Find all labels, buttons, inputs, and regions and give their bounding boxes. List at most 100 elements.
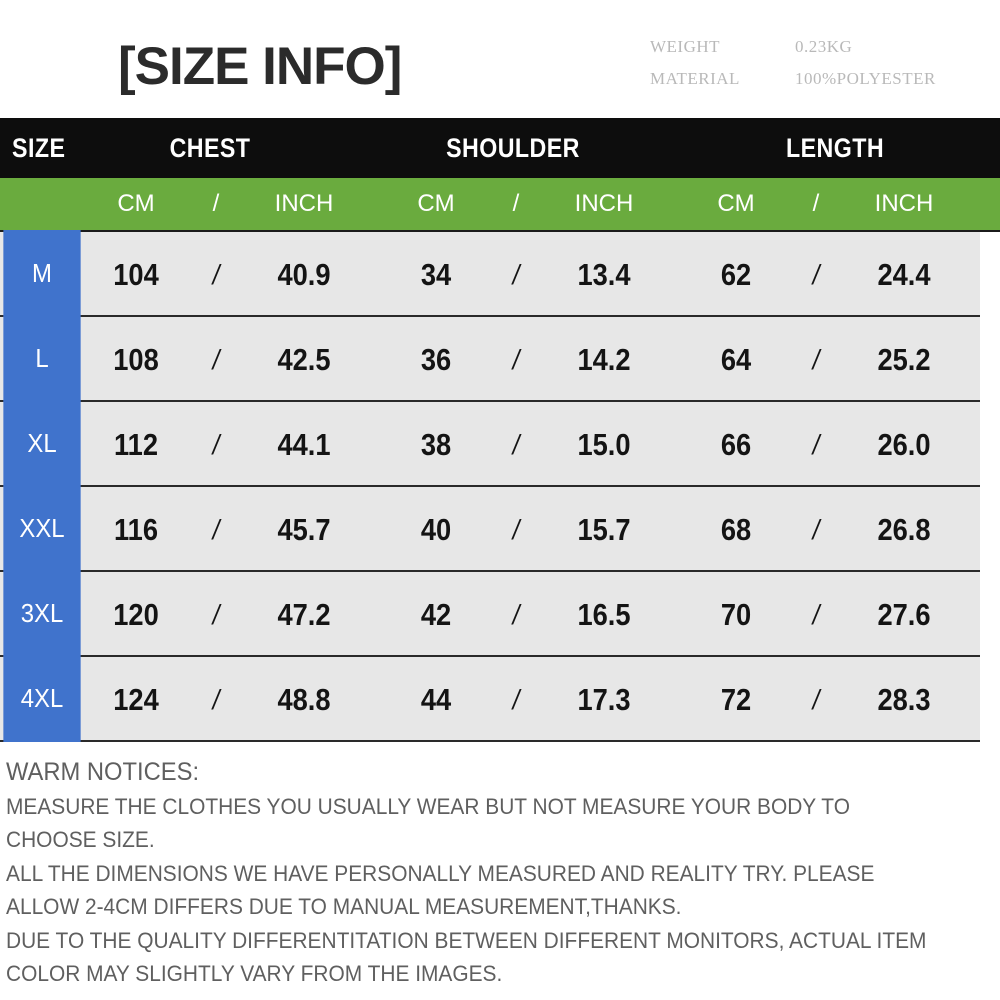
table-row: XXL 116 / 45.7 40 / 15.7 68 / 26.8 <box>0 485 980 572</box>
cell-chest-inch: 47.2 <box>277 596 331 632</box>
measurement-group-length: 62 / 24.4 <box>684 232 964 317</box>
notice-line: CHOOSE SIZE. <box>6 827 155 853</box>
table-row: 3XL 120 / 47.2 42 / 16.5 70 / 27.6 <box>0 570 980 657</box>
notice-line: DUE TO THE QUALITY DIFFERENTITATION BETW… <box>6 927 927 953</box>
spec-value-material: 100%POLYESTER <box>795 69 936 88</box>
unit-label-length-inch: INCH <box>874 190 934 217</box>
product-spec-list: WEIGHT 0.23KG MATERIAL 100%POLYESTER <box>650 38 936 102</box>
cell-shoulder-cm: 42 <box>420 596 452 632</box>
column-header-length: LENGTH <box>785 133 885 163</box>
notice-line: ALLOW 2-4CM DIFFERS DUE TO MANUAL MEASUR… <box>6 894 682 920</box>
size-cell: 3XL <box>3 570 81 657</box>
notices-body: MEASURE THE CLOTHES YOU USUALLY WEAR BUT… <box>6 790 1000 991</box>
cell-length-cm: 68 <box>720 511 752 547</box>
unit-label-shoulder-cm: CM <box>417 190 455 217</box>
cell-length-inch: 26.0 <box>877 426 931 462</box>
unit-label-chest-inch: INCH <box>274 190 334 217</box>
measurement-group-shoulder: 38 / 15.0 <box>384 402 664 487</box>
cell-shoulder-inch: 15.7 <box>577 511 631 547</box>
spec-value-weight: 0.23KG <box>795 37 853 56</box>
cell-chest-cm: 104 <box>113 256 159 292</box>
cell-separator-chest: / <box>212 598 220 630</box>
cell-separator-chest: / <box>212 343 220 375</box>
size-cell: XL <box>3 400 81 487</box>
cell-separator-length: / <box>812 258 820 290</box>
table-row: M 104 / 40.9 34 / 13.4 62 / 24.4 <box>0 230 980 317</box>
table-header-bar: SIZE CHEST SHOULDER LENGTH <box>0 118 1000 178</box>
cell-separator-shoulder: / <box>512 598 520 630</box>
cell-shoulder-inch: 14.2 <box>577 341 631 377</box>
notice-line: ALL THE DIMENSIONS WE HAVE PERSONALLY ME… <box>6 860 875 886</box>
unit-group-shoulder: CM / INCH <box>384 178 664 230</box>
cell-separator-chest: / <box>212 258 220 290</box>
cell-shoulder-inch: 13.4 <box>577 256 631 292</box>
measurement-group-chest: 112 / 44.1 <box>84 402 364 487</box>
cell-shoulder-cm: 44 <box>420 681 452 717</box>
cell-chest-cm: 108 <box>113 341 159 377</box>
warm-notices-section: WARM NOTICES: MEASURE THE CLOTHES YOU US… <box>0 742 1000 991</box>
cell-chest-inch: 48.8 <box>277 681 331 717</box>
unit-separator-shoulder: / <box>512 190 520 217</box>
column-header-shoulder: SHOULDER <box>446 133 580 163</box>
notice-line: COLOR MAY SLIGHTLY VARY FROM THE IMAGES. <box>6 960 503 986</box>
cell-separator-length: / <box>812 683 820 715</box>
measurement-group-chest: 120 / 47.2 <box>84 572 364 657</box>
spec-label-material: MATERIAL <box>650 69 740 88</box>
cell-shoulder-inch: 17.3 <box>577 681 631 717</box>
table-row: 4XL 124 / 48.8 44 / 17.3 72 / 28.3 <box>0 655 980 742</box>
notices-heading: WARM NOTICES: <box>6 758 200 786</box>
unit-group-chest: CM / INCH <box>84 178 364 230</box>
cell-shoulder-cm: 38 <box>420 426 452 462</box>
cell-shoulder-inch: 15.0 <box>577 426 631 462</box>
size-cell: XXL <box>3 485 81 572</box>
cell-separator-shoulder: / <box>512 428 520 460</box>
measurement-group-length: 70 / 27.6 <box>684 572 964 657</box>
cell-separator-chest: / <box>212 513 220 545</box>
spec-label-weight: WEIGHT <box>650 37 721 56</box>
table-unit-bar: CM / INCH CM / INCH CM / INCH <box>0 178 1000 232</box>
measurement-group-chest: 116 / 45.7 <box>84 487 364 572</box>
cell-length-cm: 66 <box>720 426 752 462</box>
cell-separator-length: / <box>812 428 820 460</box>
cell-shoulder-cm: 36 <box>420 341 452 377</box>
measurement-group-length: 72 / 28.3 <box>684 657 964 742</box>
cell-separator-length: / <box>812 598 820 630</box>
cell-chest-inch: 45.7 <box>277 511 331 547</box>
measurement-group-shoulder: 42 / 16.5 <box>384 572 664 657</box>
unit-separator-chest: / <box>212 190 220 217</box>
size-cell: L <box>3 315 81 402</box>
cell-length-inch: 28.3 <box>877 681 931 717</box>
table-row: XL 112 / 44.1 38 / 15.0 66 / 26.0 <box>0 400 980 487</box>
cell-shoulder-cm: 40 <box>420 511 452 547</box>
cell-length-inch: 24.4 <box>877 256 931 292</box>
cell-chest-cm: 120 <box>113 596 159 632</box>
cell-chest-inch: 42.5 <box>277 341 331 377</box>
cell-chest-cm: 116 <box>113 511 158 547</box>
cell-shoulder-inch: 16.5 <box>577 596 631 632</box>
cell-separator-shoulder: / <box>512 683 520 715</box>
page-title: [SIZE INFO] <box>118 37 402 96</box>
cell-length-cm: 62 <box>720 256 752 292</box>
cell-length-inch: 26.8 <box>877 511 931 547</box>
table-row: L 108 / 42.5 36 / 14.2 64 / 25.2 <box>0 315 980 402</box>
measurement-group-shoulder: 40 / 15.7 <box>384 487 664 572</box>
cell-length-cm: 70 <box>720 596 752 632</box>
measurement-group-shoulder: 34 / 13.4 <box>384 232 664 317</box>
size-table-body: M 104 / 40.9 34 / 13.4 62 / 24.4 L 108 / 42.5 36 / 14.2 6… <box>0 230 1000 742</box>
cell-chest-cm: 124 <box>113 681 159 717</box>
unit-label-chest-cm: CM <box>117 190 155 217</box>
column-header-size: SIZE <box>12 133 66 163</box>
cell-length-cm: 72 <box>720 681 752 717</box>
cell-separator-chest: / <box>212 428 220 460</box>
measurement-group-length: 68 / 26.8 <box>684 487 964 572</box>
unit-group-length: CM / INCH <box>684 178 964 230</box>
cell-length-cm: 64 <box>720 341 752 377</box>
spec-row-weight: WEIGHT 0.23KG <box>650 38 936 70</box>
column-header-chest: CHEST <box>169 133 251 163</box>
cell-separator-shoulder: / <box>512 513 520 545</box>
unit-label-length-cm: CM <box>717 190 755 217</box>
cell-separator-length: / <box>812 513 820 545</box>
measurement-group-length: 66 / 26.0 <box>684 402 964 487</box>
cell-separator-shoulder: / <box>512 343 520 375</box>
top-header-zone: [SIZE INFO] WEIGHT 0.23KG MATERIAL 100%P… <box>0 0 1000 118</box>
